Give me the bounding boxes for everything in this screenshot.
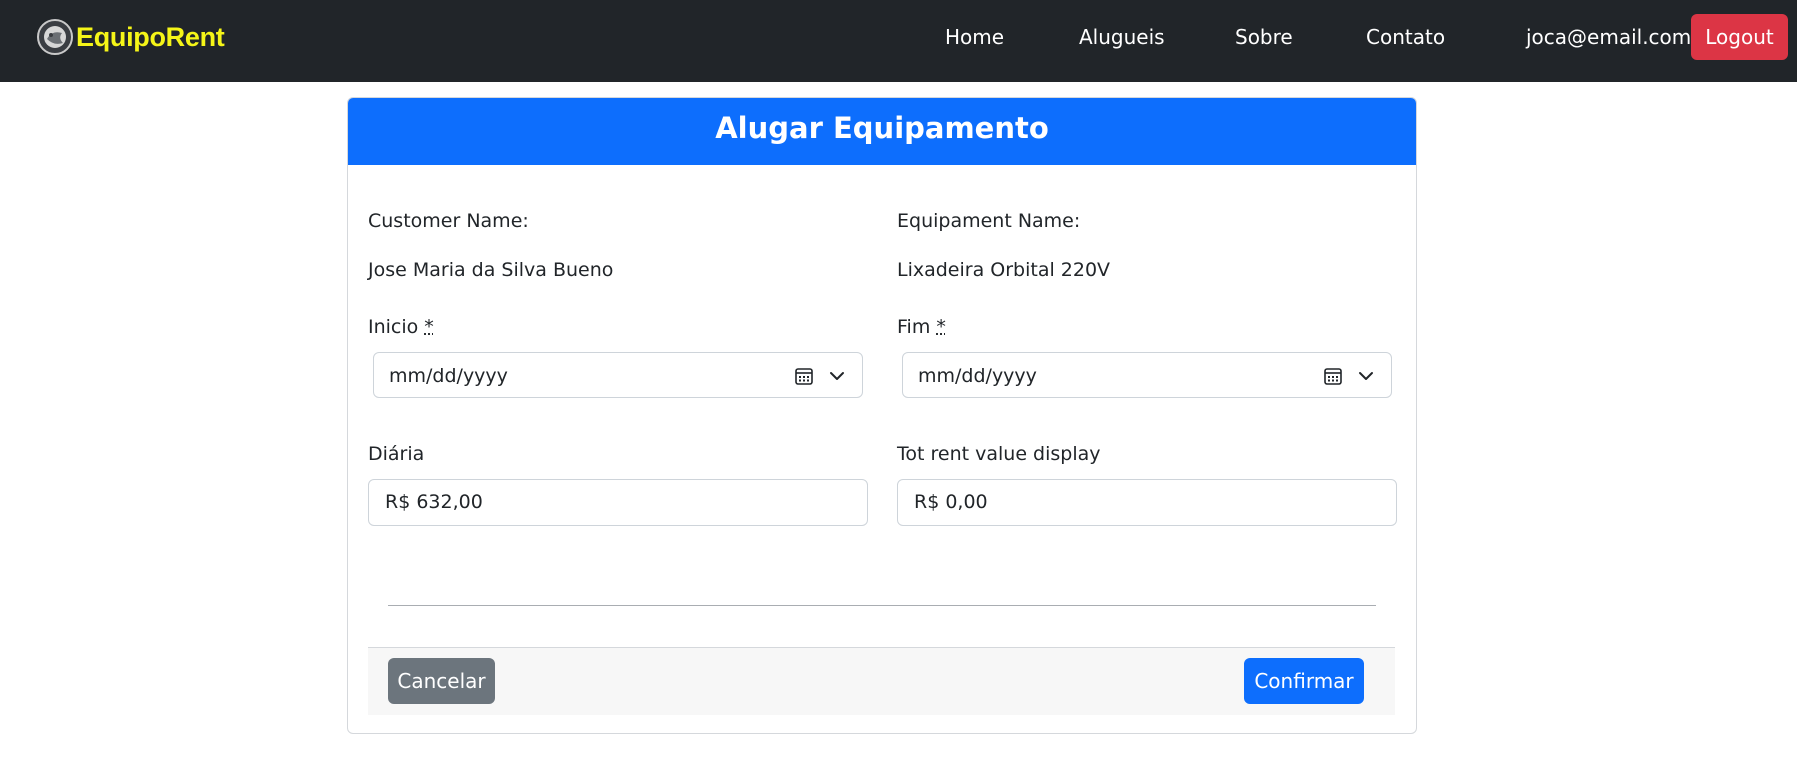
nav-link-home[interactable]: Home xyxy=(945,25,1004,49)
customer-name-label: Customer Name: xyxy=(368,210,529,232)
diaria-label: Diária xyxy=(368,443,425,465)
required-marker: * xyxy=(936,316,946,338)
required-marker: * xyxy=(424,316,434,338)
equipment-name-label: Equipament Name: xyxy=(897,210,1081,232)
cancel-button[interactable]: Cancelar xyxy=(388,658,495,704)
calendar-icon[interactable] xyxy=(794,366,814,386)
divider xyxy=(388,605,1376,606)
fim-date-placeholder: mm/dd/yyyy xyxy=(918,365,1037,387)
total-label: Tot rent value display xyxy=(897,443,1101,465)
confirm-button[interactable]: Confirmar xyxy=(1244,658,1364,704)
inicio-label: Inicio * xyxy=(368,316,434,338)
logout-button[interactable]: Logout xyxy=(1691,14,1788,60)
nav-link-contato[interactable]: Contato xyxy=(1366,25,1445,49)
chevron-down-icon[interactable] xyxy=(828,367,846,385)
total-value-field[interactable]: R$ 0,00 xyxy=(897,479,1397,526)
brand[interactable]: EquipoRent xyxy=(36,18,225,56)
fim-label-text: Fim xyxy=(897,316,931,338)
nav-link-alugueis[interactable]: Alugueis xyxy=(1079,25,1165,49)
inicio-label-text: Inicio xyxy=(368,316,419,338)
user-email: joca@email.com xyxy=(1526,25,1692,49)
inicio-date-input[interactable]: mm/dd/yyyy xyxy=(373,352,863,398)
nav-link-sobre[interactable]: Sobre xyxy=(1235,25,1293,49)
customer-name-value: Jose Maria da Silva Bueno xyxy=(368,259,614,281)
fim-label: Fim * xyxy=(897,316,946,338)
rent-form-card: Alugar Equipamento Customer Name: Jose M… xyxy=(347,97,1417,734)
diaria-field[interactable]: R$ 632,00 xyxy=(368,479,868,526)
form-footer: Cancelar Confirmar xyxy=(368,647,1395,715)
fim-date-input[interactable]: mm/dd/yyyy xyxy=(902,352,1392,398)
calendar-icon[interactable] xyxy=(1323,366,1343,386)
inicio-date-placeholder: mm/dd/yyyy xyxy=(389,365,508,387)
navbar: EquipoRent Home Alugueis Sobre Contato j… xyxy=(0,0,1797,82)
chevron-down-icon[interactable] xyxy=(1357,367,1375,385)
brand-logo-icon xyxy=(37,19,73,55)
brand-name: EquipoRent xyxy=(76,21,225,52)
form-title: Alugar Equipamento xyxy=(348,98,1416,165)
equipment-name-value: Lixadeira Orbital 220V xyxy=(897,259,1111,281)
